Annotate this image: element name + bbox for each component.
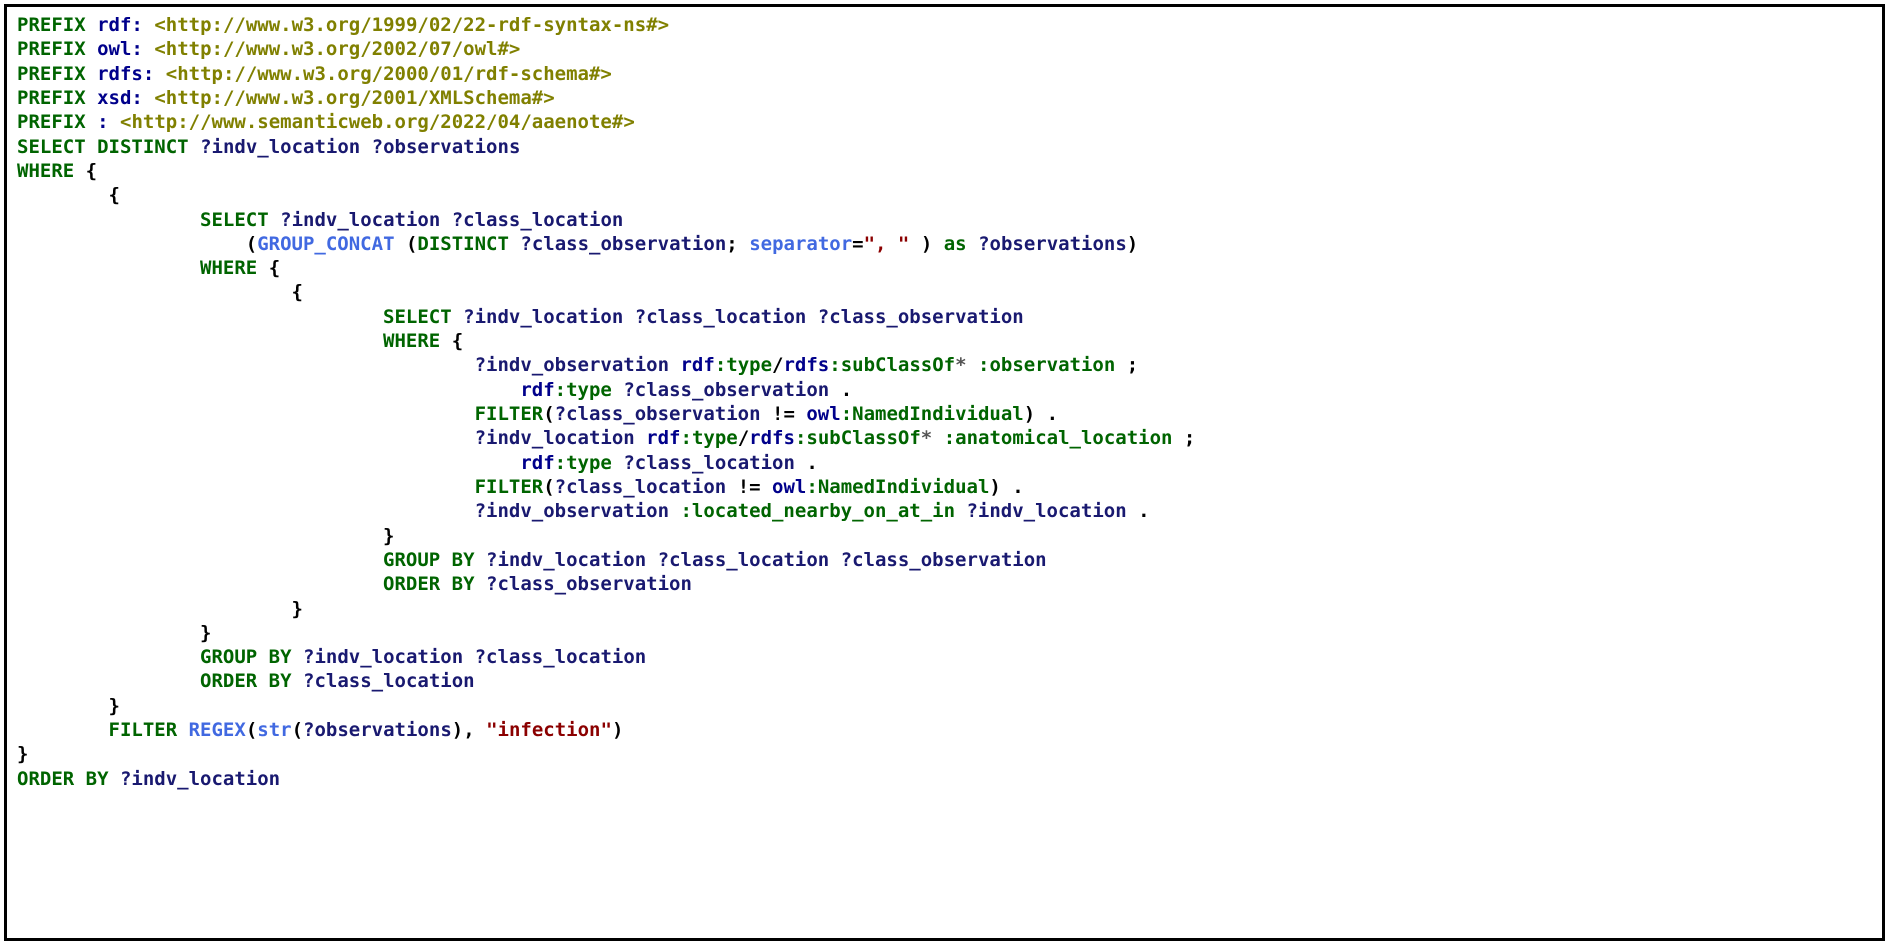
prefix-uri-rdf: <http://www.w3.org/1999/02/22-rdf-syntax… bbox=[154, 14, 669, 36]
keyword-prefix: PREFIX bbox=[17, 38, 86, 60]
keyword-prefix: PREFIX bbox=[17, 111, 86, 133]
keyword-select: SELECT bbox=[200, 209, 269, 231]
prefix-name-rdf: rdf: bbox=[97, 14, 143, 36]
fn-group-concat: GROUP_CONCAT bbox=[257, 233, 394, 255]
qname-observation: :observation bbox=[978, 354, 1115, 376]
keyword-prefix: PREFIX bbox=[17, 63, 86, 85]
prefix-name-rdfs: rdfs: bbox=[97, 63, 154, 85]
prefix-name-xsd: xsd: bbox=[97, 87, 143, 109]
keyword-distinct: DISTINCT bbox=[97, 136, 189, 158]
prefix-name-owl: owl: bbox=[97, 38, 143, 60]
keyword-order-by: ORDER BY bbox=[383, 573, 475, 595]
kw-separator: separator bbox=[749, 233, 852, 255]
keyword-prefix: PREFIX bbox=[17, 14, 86, 36]
fn-regex: REGEX bbox=[189, 719, 246, 741]
qname-anatomical-location: :anatomical_location bbox=[944, 427, 1173, 449]
keyword-as: as bbox=[944, 233, 967, 255]
string-separator: ", " bbox=[864, 233, 910, 255]
prefix-uri-rdfs: <http://www.w3.org/2000/01/rdf-schema#> bbox=[166, 63, 612, 85]
prefix-uri-base: <http://www.semanticweb.org/2022/04/aaen… bbox=[120, 111, 635, 133]
prefix-name-base: : bbox=[97, 111, 108, 133]
var-indv-location: ?indv_location bbox=[200, 136, 360, 158]
prefix-uri-xsd: <http://www.w3.org/2001/XMLSchema#> bbox=[154, 87, 554, 109]
fn-str: str bbox=[257, 719, 291, 741]
keyword-group-by: GROUP BY bbox=[383, 549, 475, 571]
var-observations: ?observations bbox=[372, 136, 521, 158]
qname-located: :located_nearby_on_at_in bbox=[680, 500, 955, 522]
keyword-where: WHERE bbox=[17, 160, 74, 182]
keyword-prefix: PREFIX bbox=[17, 87, 86, 109]
keyword-select: SELECT bbox=[17, 136, 86, 158]
prefix-uri-owl: <http://www.w3.org/2002/07/owl#> bbox=[154, 38, 520, 60]
string-infection: "infection" bbox=[486, 719, 612, 741]
sparql-code-block: PREFIX rdf: <http://www.w3.org/1999/02/2… bbox=[4, 4, 1885, 941]
keyword-filter: FILTER bbox=[475, 403, 544, 425]
